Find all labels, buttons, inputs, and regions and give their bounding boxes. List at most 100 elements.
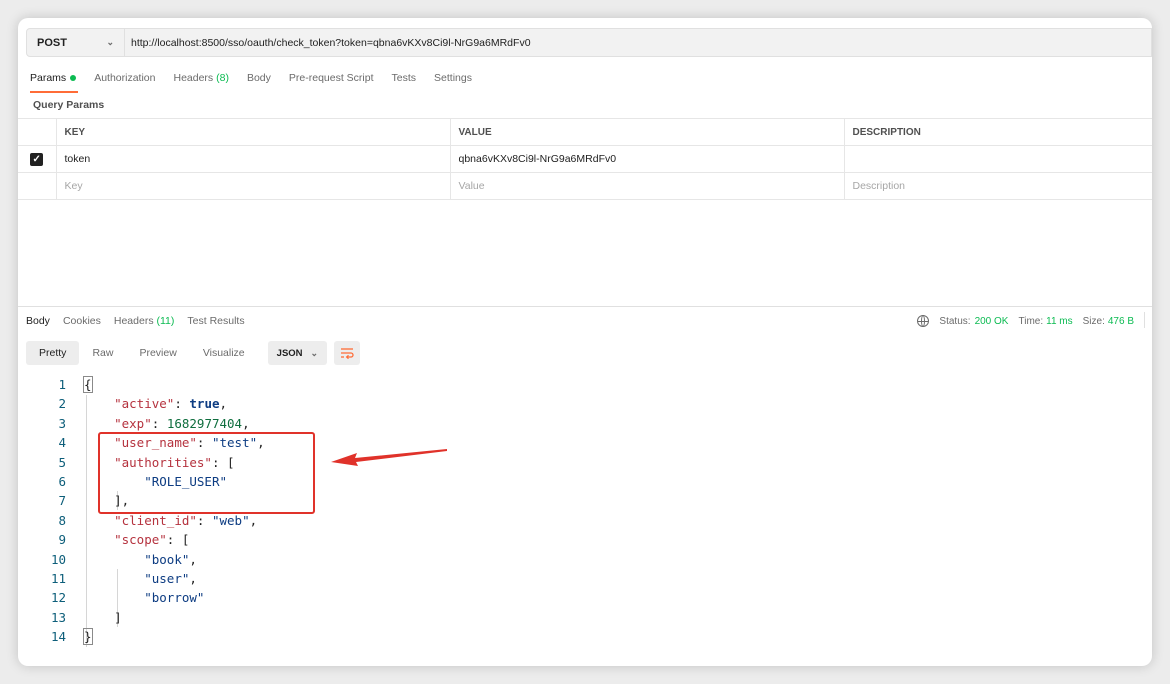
status-value[interactable]: 200 OK — [975, 316, 1009, 327]
json-string: "user" — [144, 570, 190, 586]
code-line: 11 "user", — [18, 569, 197, 588]
code-line: 10 "book", — [18, 550, 197, 569]
tab-settings[interactable]: Settings — [434, 72, 472, 92]
line-number: 3 — [58, 415, 66, 431]
method-label: POST — [37, 36, 67, 49]
response-divider[interactable] — [18, 306, 1152, 307]
code-line: 14} — [18, 627, 93, 646]
request-url-bar: POST ⌄ http://localhost:8500/sso/oauth/c… — [26, 28, 1152, 57]
line-number: 7 — [58, 493, 66, 509]
tab-response-headers-label: Headers — [113, 315, 154, 327]
code-line: 12 "borrow" — [18, 588, 205, 607]
time-value[interactable]: 11 ms — [1046, 316, 1073, 327]
empty-checkbox-cell — [18, 172, 56, 200]
globe-icon[interactable] — [917, 315, 930, 327]
size-value[interactable]: 476 B — [1108, 316, 1134, 327]
wrap-lines-button[interactable] — [334, 341, 361, 365]
code-line: 3 "exp": 1682977404, — [18, 414, 249, 433]
highlight-box — [98, 432, 315, 514]
json-key: "client_id" — [114, 512, 197, 528]
wrap-lines-icon — [341, 348, 354, 359]
json-key: "active" — [114, 396, 175, 412]
line-number: 5 — [58, 454, 66, 470]
tab-response-headers[interactable]: Headers (11) — [114, 315, 175, 327]
tab-cookies[interactable]: Cookies — [63, 315, 101, 327]
view-raw-button[interactable]: Raw — [79, 341, 126, 365]
code-line: 8 "client_id": "web", — [18, 511, 257, 530]
tab-authorization[interactable]: Authorization — [94, 72, 155, 92]
view-preview-button[interactable]: Preview — [126, 341, 189, 365]
url-input[interactable]: http://localhost:8500/sso/oauth/check_to… — [125, 37, 531, 49]
json-key: "exp" — [114, 415, 152, 431]
size-label: Size: — [1082, 315, 1105, 327]
tab-tests[interactable]: Tests — [392, 72, 417, 92]
json-boolean: true — [189, 396, 220, 412]
line-number: 2 — [58, 396, 66, 412]
tab-headers[interactable]: Headers (8) — [173, 72, 228, 92]
table-row: ✓ token qbna6vKXv8Ci9l-NrG9a6MRdFv0 — [18, 145, 1152, 173]
json-string: "book" — [144, 551, 190, 567]
new-description-input[interactable]: Description — [843, 172, 1152, 200]
status-separator — [1144, 312, 1145, 328]
request-tabs: Params Authorization Headers (8) Body Pr… — [30, 72, 490, 93]
response-body-code[interactable]: 1{ 2 "active": true, 3 "exp": 1682977404… — [18, 375, 265, 647]
query-params-title: Query Params — [33, 99, 105, 111]
column-header-description: DESCRIPTION — [843, 118, 1152, 146]
json-key: "scope" — [114, 532, 167, 548]
json-string: "borrow" — [144, 590, 205, 606]
view-visualize-button[interactable]: Visualize — [190, 341, 258, 365]
line-number: 13 — [50, 609, 66, 625]
param-key-cell[interactable]: token — [55, 145, 450, 173]
response-status-area: Status: 200 OK Time: 11 ms Size: 476 B — [917, 315, 1134, 327]
column-header-value: VALUE — [449, 118, 844, 146]
code-line: 1{ — [18, 375, 93, 394]
new-value-input[interactable]: Value — [449, 172, 844, 200]
time-label: Time: — [1018, 315, 1044, 327]
column-header-key: KEY — [55, 118, 450, 146]
line-number: 9 — [58, 532, 66, 548]
line-number: 14 — [50, 629, 66, 645]
tab-body[interactable]: Body — [247, 72, 271, 92]
view-pretty-button[interactable]: Pretty — [26, 341, 80, 365]
line-number: 10 — [50, 551, 66, 567]
method-select[interactable]: POST ⌄ — [27, 29, 125, 56]
enabled-checkbox[interactable]: ✓ — [30, 152, 44, 166]
code-line: 4 "user_name": "test", — [18, 433, 264, 452]
tab-params-label: Params — [30, 72, 67, 84]
postman-window: POST ⌄ http://localhost:8500/sso/oauth/c… — [18, 18, 1152, 666]
response-view-toolbar: Pretty Raw Preview Visualize JSON ⌄ — [26, 341, 361, 365]
code-line: 5 "authorities": [ — [18, 453, 234, 472]
tab-prerequest-script[interactable]: Pre-request Script — [289, 72, 374, 92]
line-number: 11 — [50, 570, 66, 586]
json-number: 1682977404 — [166, 415, 243, 431]
json-bracket: ] — [114, 609, 122, 625]
json-string: "web" — [211, 512, 250, 528]
params-active-dot-icon — [70, 75, 77, 82]
tab-response-headers-count: (11) — [156, 315, 175, 327]
new-key-input[interactable]: Key — [55, 172, 450, 200]
line-number: 12 — [50, 590, 66, 606]
chevron-down-icon: ⌄ — [106, 37, 114, 47]
table-row-empty: Key Value Description — [18, 172, 1152, 200]
tab-params[interactable]: Params — [30, 72, 79, 93]
param-description-cell[interactable] — [843, 145, 1152, 173]
code-line: 7 ], — [18, 491, 129, 510]
response-tabs: Body Cookies Headers (11) Test Results — [26, 315, 258, 327]
code-line: 9 "scope": [ — [18, 530, 189, 549]
query-params-table: KEY VALUE DESCRIPTION ✓ token qbna6vKXv8… — [18, 118, 1152, 200]
json-bracket: [ — [181, 532, 190, 548]
line-number: 1 — [58, 377, 66, 392]
tab-test-results[interactable]: Test Results — [187, 315, 244, 327]
code-line: 2 "active": true, — [18, 394, 227, 413]
status-label: Status: — [939, 315, 971, 327]
row-checkbox-cell: ✓ — [18, 145, 56, 173]
tab-headers-label: Headers — [173, 72, 214, 84]
line-number: 4 — [58, 435, 66, 451]
tab-response-body[interactable]: Body — [26, 315, 50, 327]
code-line: 13 ] — [18, 608, 122, 627]
table-header-row: KEY VALUE DESCRIPTION — [18, 118, 1152, 146]
tab-headers-count: (8) — [216, 72, 229, 84]
format-select[interactable]: JSON ⌄ — [267, 341, 328, 365]
line-number: 6 — [58, 473, 66, 489]
param-value-cell[interactable]: qbna6vKXv8Ci9l-NrG9a6MRdFv0 — [449, 145, 844, 173]
